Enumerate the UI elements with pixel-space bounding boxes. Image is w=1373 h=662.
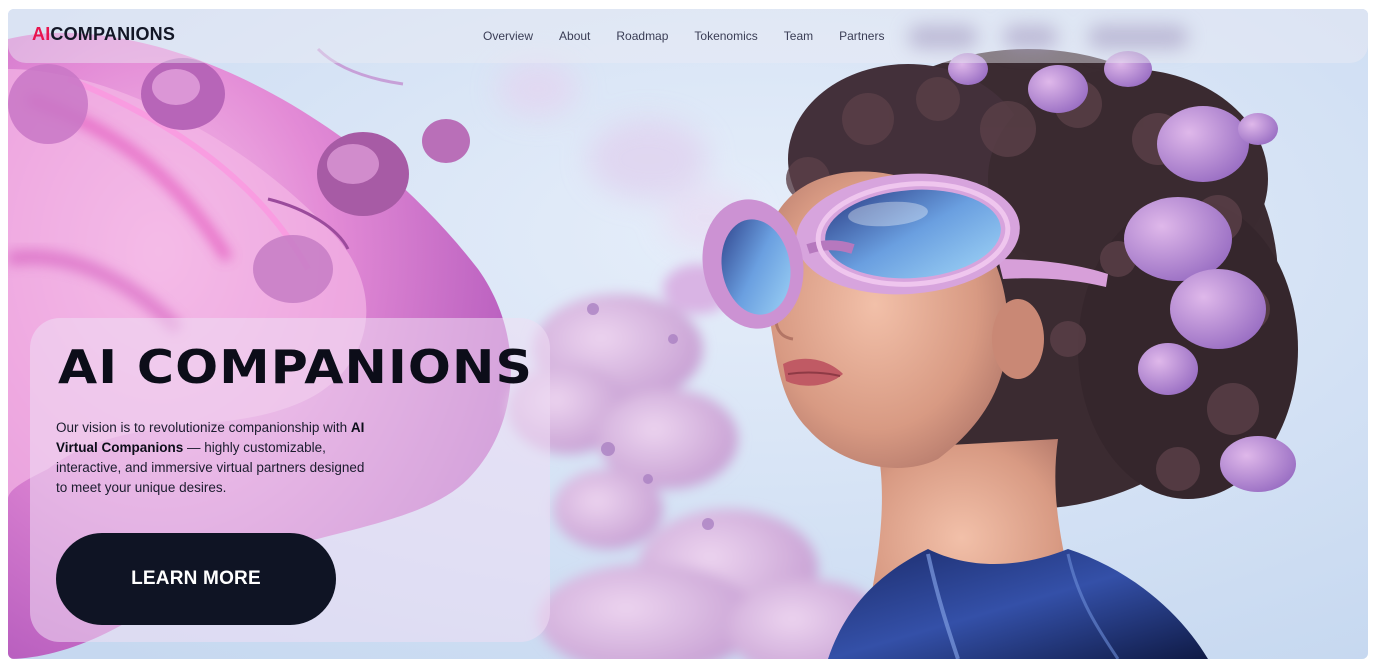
top-navigation: AICOMPANIONS Overview About Roadmap Toke…	[8, 9, 1368, 63]
nav-menu: Overview About Roadmap Tokenomics Team P…	[483, 29, 884, 43]
blurred-nav-region	[908, 17, 1208, 57]
hero-description: Our vision is to revolutionize companion…	[56, 418, 376, 498]
hero-description-lead: Our vision is to revolutionize companion…	[56, 420, 351, 435]
nav-link-team[interactable]: Team	[784, 29, 813, 43]
nav-link-partners[interactable]: Partners	[839, 29, 884, 43]
brand-logo-accent: AI	[32, 24, 51, 44]
nav-link-overview[interactable]: Overview	[483, 29, 533, 43]
hero-card: AI COMPANIONS Our vision is to revolutio…	[30, 318, 550, 642]
nav-link-tokenomics[interactable]: Tokenomics	[694, 29, 757, 43]
nav-link-roadmap[interactable]: Roadmap	[616, 29, 668, 43]
hero-title: AI COMPANIONS	[58, 340, 533, 394]
brand-logo-text: COMPANIONS	[50, 24, 176, 44]
landing-page: AICOMPANIONS Overview About Roadmap Toke…	[8, 9, 1368, 659]
nav-link-about[interactable]: About	[559, 29, 590, 43]
learn-more-button[interactable]: LEARN MORE	[56, 533, 336, 625]
brand-logo[interactable]: AICOMPANIONS	[32, 24, 175, 45]
